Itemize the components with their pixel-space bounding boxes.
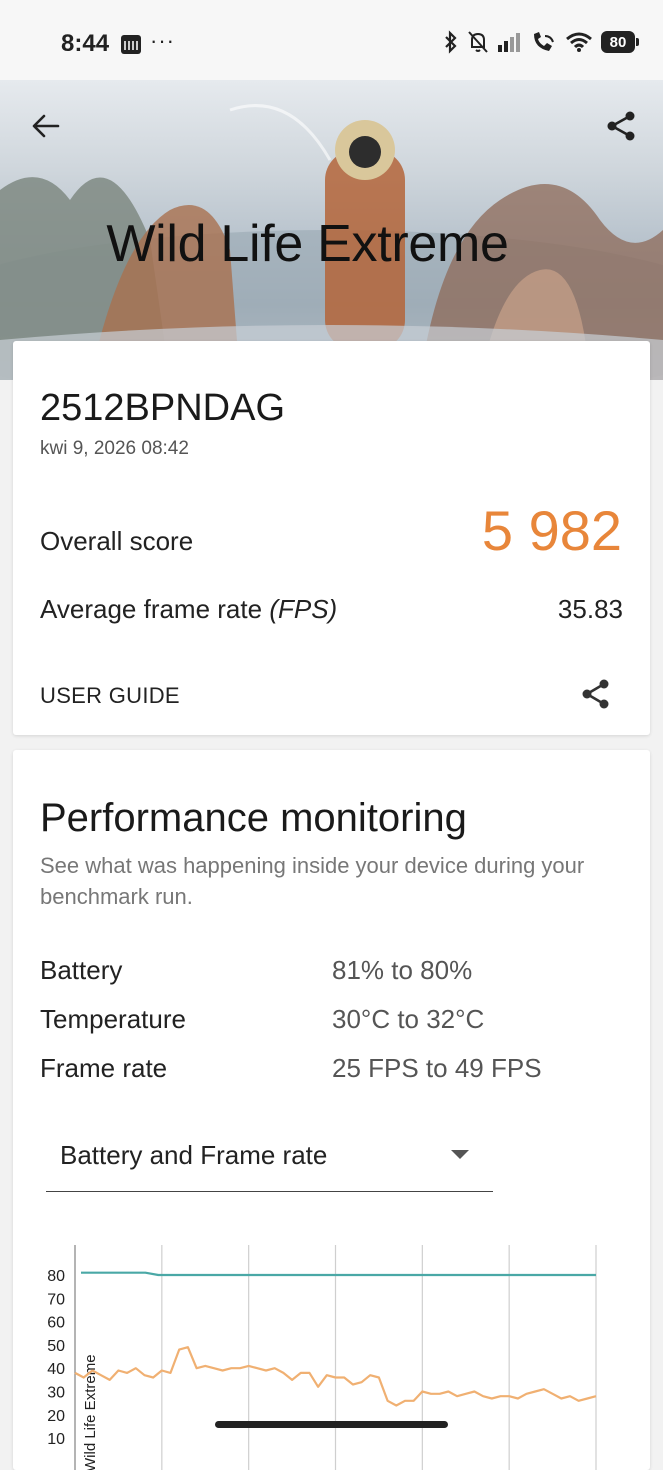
bell-off-icon	[468, 31, 488, 53]
monitor-value: 25 FPS to 49 FPS	[332, 1053, 542, 1083]
dropdown-arrow-icon	[451, 1150, 469, 1159]
performance-title: Performance monitoring	[40, 796, 467, 840]
device-name: 2512BPNDAG	[40, 387, 286, 429]
chart-tick-label: 70	[47, 1291, 65, 1308]
page-title: Wild Life Extreme	[106, 215, 509, 273]
wifi-call-icon	[534, 32, 554, 51]
share-result-icon[interactable]	[578, 676, 614, 712]
result-date: kwi 9, 2026 08:42	[40, 438, 189, 459]
signal-icon	[498, 33, 520, 52]
fps-value: 35.83	[557, 594, 623, 624]
back-arrow-icon[interactable]	[28, 108, 64, 144]
user-guide-link[interactable]: USER GUIDE	[40, 683, 180, 709]
fps-unit: (FPS)	[269, 594, 338, 624]
calendar-icon	[121, 35, 141, 54]
chart-tick-label: 30	[47, 1385, 65, 1402]
hero-banner: Wild Life Extreme	[0, 80, 663, 380]
fps-label: Average frame rate (FPS)	[40, 594, 337, 625]
status-time: 8:44	[61, 30, 110, 57]
more-notifications-icon: ···	[150, 28, 175, 53]
monitor-label: Temperature	[40, 1004, 186, 1034]
overall-score-value: 5 982	[481, 499, 622, 562]
performance-description: See what was happening inside your devic…	[40, 853, 585, 909]
chart-tick-label: 20	[47, 1408, 65, 1425]
chart-tick-label: 40	[47, 1361, 65, 1378]
monitor-value: 81% to 80%	[332, 955, 473, 985]
status-bar: 8:44 ··· 80	[0, 0, 663, 80]
monitor-label: Frame rate	[40, 1053, 168, 1083]
share-icon[interactable]	[603, 108, 639, 144]
overall-score-label: Overall score	[40, 526, 194, 556]
chart-series-battery	[81, 1271, 596, 1277]
bluetooth-icon	[445, 30, 457, 54]
chart-type-select[interactable]: Battery and Frame rate	[46, 1132, 493, 1192]
battery-icon: 80	[601, 31, 639, 53]
chart-type-select-value: Battery and Frame rate	[60, 1140, 328, 1170]
status-icons: 80	[443, 30, 639, 54]
wifi-icon	[566, 32, 592, 52]
performance-chart: 8070605040302010 Wild Life Extreme	[47, 1245, 597, 1470]
chart-tick-label: 80	[47, 1268, 65, 1285]
chart-tick-label: 50	[47, 1338, 65, 1355]
monitor-value: 30°C to 32°C	[332, 1004, 485, 1034]
performance-card: Performance monitoring See what was happ…	[13, 750, 650, 1470]
monitor-label: Battery	[40, 955, 123, 985]
fps-label-text: Average frame rate	[40, 594, 263, 624]
score-card: 2512BPNDAG kwi 9, 2026 08:42 Overall sco…	[13, 341, 650, 735]
home-indicator[interactable]	[215, 1421, 448, 1428]
chart-tick-label: 60	[47, 1315, 65, 1332]
